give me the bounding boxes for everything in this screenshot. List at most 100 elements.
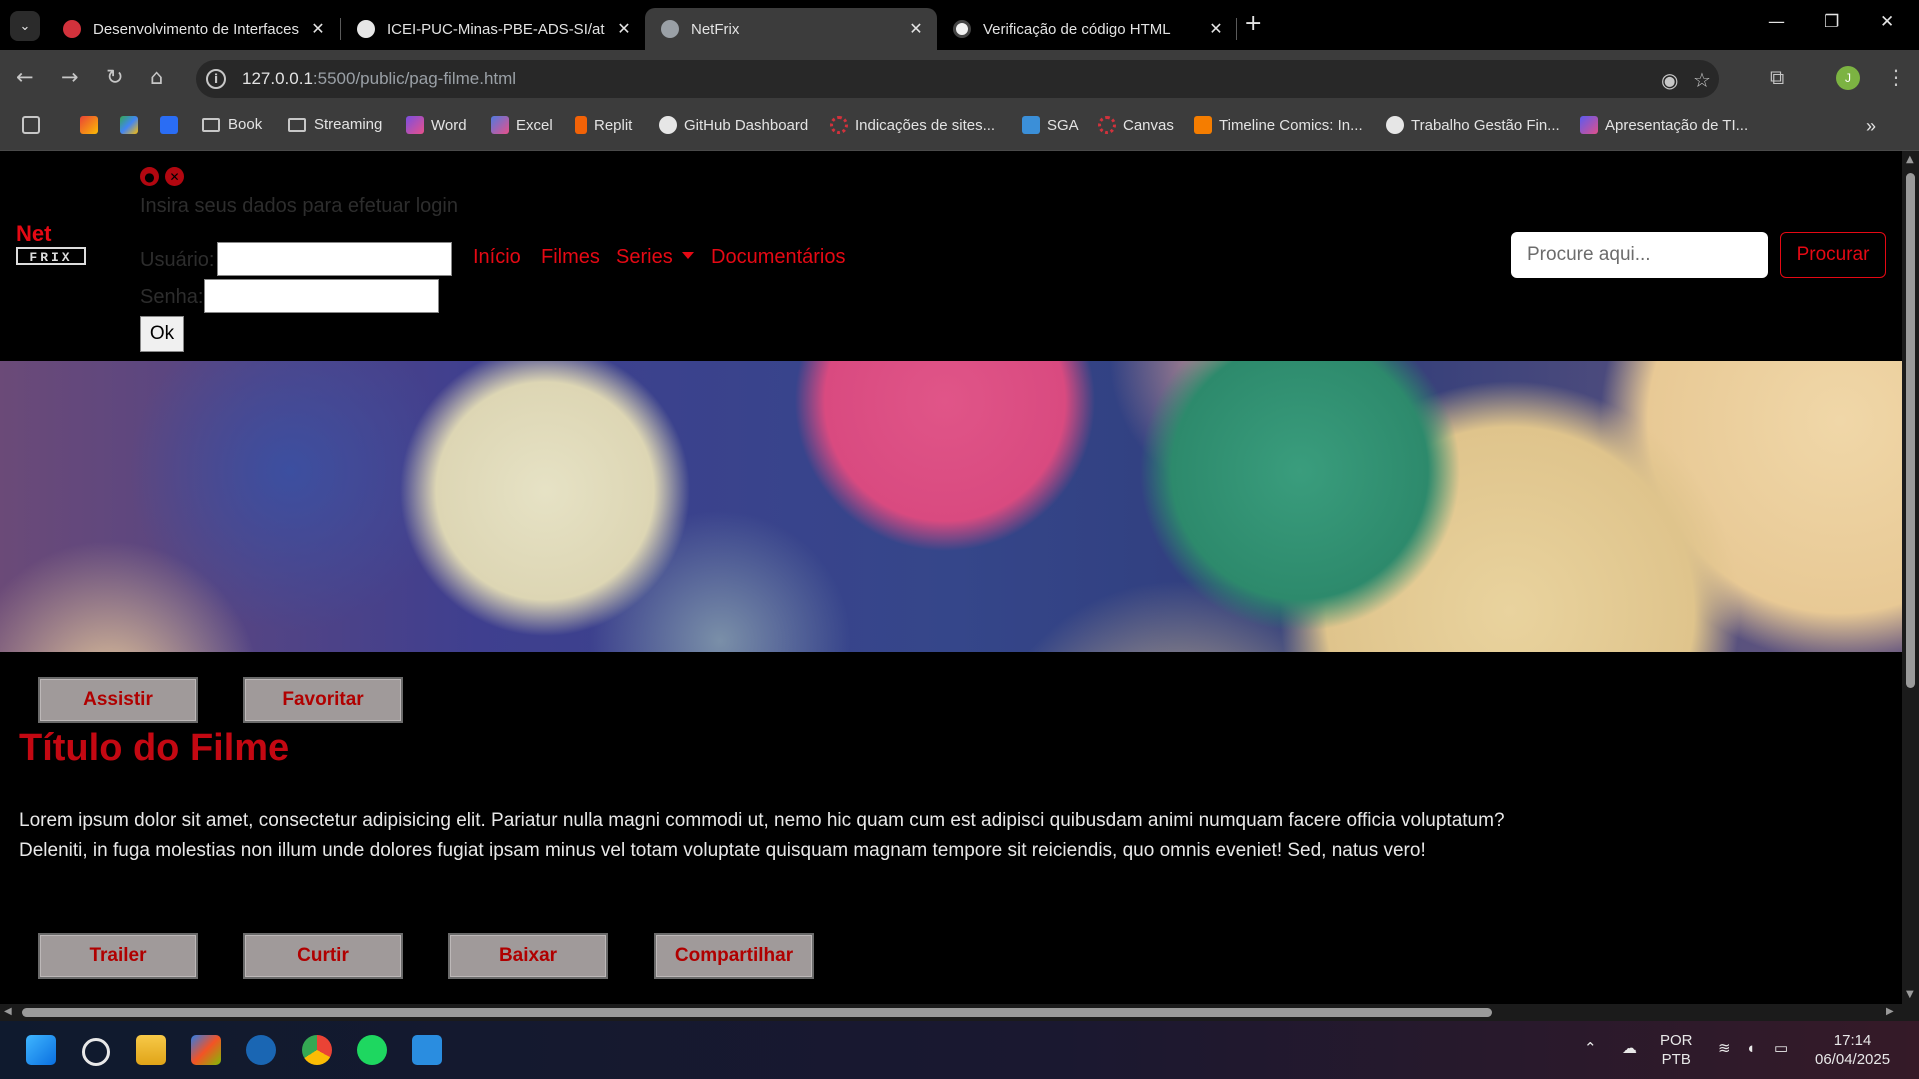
chrome-icon[interactable] [302,1035,332,1065]
minimize-icon[interactable]: — [1768,12,1785,32]
page-viewport: Net FRIX ● ✕ Insira seus dados para efet… [0,151,1902,1004]
nav-inicio[interactable]: Início [473,246,521,269]
show-hidden-icons-chevron-icon[interactable]: ⌃ [1584,1039,1597,1058]
drive-icon[interactable] [120,116,145,134]
profile-avatar[interactable]: J [1836,66,1860,90]
ok-button[interactable]: Ok [140,316,184,352]
bookmark-excel[interactable]: Excel [491,116,553,134]
tab-desenvolvimento[interactable]: Desenvolvimento de Interfaces ✕ [47,8,339,50]
folder-icon [202,117,220,132]
curtir-button[interactable]: Curtir [243,933,403,979]
tab-divider [1236,18,1237,40]
close-tab-icon[interactable]: ✕ [613,19,635,39]
close-window-icon[interactable]: ✕ [1880,12,1894,32]
home-icon[interactable]: ⌂ [150,65,163,89]
nav-series[interactable]: Series [616,246,694,269]
close-tab-icon[interactable]: ✕ [905,19,927,39]
bookmark-trabalho-gestao[interactable]: Trabalho Gestão Fin... [1386,116,1560,134]
back-arrow-icon[interactable]: ← [16,65,34,89]
menu-kebab-icon[interactable]: ⋮ [1886,65,1906,89]
apps-grid-icon[interactable] [22,116,47,134]
address-bar[interactable]: i 127.0.0.1:5500/public/pag-filme.html ◉… [196,60,1719,98]
battery-icon[interactable]: ▭ [1774,1039,1788,1058]
scroll-up-arrow-icon[interactable]: ▲ [1906,154,1914,165]
scroll-right-arrow-icon[interactable]: ▶ [1886,1006,1894,1017]
more-bookmarks-chevron-icon[interactable]: » [1866,116,1876,137]
scroll-down-arrow-icon[interactable]: ▼ [1906,989,1914,1000]
bookmark-star-icon[interactable]: ☆ [1693,68,1711,92]
scrollbar-thumb[interactable] [22,1008,1492,1017]
url-text[interactable]: 127.0.0.1:5500/public/pag-filme.html [242,69,516,89]
cloud-app-icon[interactable] [160,116,185,134]
canvas-icon [1098,116,1116,134]
forward-arrow-icon[interactable]: → [61,65,79,89]
bookmark-replit[interactable]: Replit [575,116,632,134]
trailer-button[interactable]: Trailer [38,933,198,979]
windows-start-icon[interactable] [26,1035,56,1065]
input-language[interactable]: POR PTB [1660,1031,1693,1069]
restore-icon[interactable]: ❐ [1824,12,1839,32]
bookmarks-bar: Book Streaming Word Excel Replit GitHub … [0,108,1919,151]
bookmark-apresentacao[interactable]: Apresentação de TI... [1580,116,1748,134]
close-circle-icon[interactable]: ✕ [165,167,184,186]
favoritar-button[interactable]: Favoritar [243,677,403,723]
wifi-icon[interactable]: ≋ [1718,1039,1731,1058]
horizontal-scrollbar[interactable]: ◀ ▶ [0,1004,1902,1021]
volume-icon[interactable]: ◖ [1746,1039,1755,1058]
close-tab-icon[interactable]: ✕ [307,19,329,39]
vscode-icon[interactable] [412,1035,442,1065]
bookmark-word[interactable]: Word [406,116,467,134]
extensions-puzzle-icon[interactable]: ⧉ [1770,65,1784,89]
username-input[interactable] [217,242,452,276]
password-input[interactable] [204,279,439,313]
tab-github[interactable]: ICEI-PUC-Minas-PBE-ADS-SI/at ✕ [341,8,645,50]
nav-series-label: Series [616,246,673,268]
bookmark-sga[interactable]: SGA [1022,116,1079,134]
tab-search-icon[interactable]: ⌄ [10,11,40,41]
search-button[interactable]: Procurar [1780,232,1886,278]
bookmark-book[interactable]: Book [202,116,262,133]
site-info-icon[interactable]: i [206,69,226,89]
blogger-icon [1194,116,1212,134]
tab-title: ICEI-PUC-Minas-PBE-ADS-SI/at [387,20,605,38]
github-icon [1386,116,1404,134]
eye-icon[interactable]: ◉ [1661,68,1678,92]
bookmark-canvas[interactable]: Canvas [1098,116,1174,134]
copilot-icon [406,116,424,134]
search-input[interactable]: Procure aqui... [1511,232,1768,278]
onedrive-cloud-icon[interactable]: ☁ [1622,1039,1637,1058]
file-explorer-icon[interactable] [136,1035,166,1065]
reload-icon[interactable]: ↻ [106,65,124,89]
copilot-icon [491,116,509,134]
movie-title: Título do Filme [19,727,290,769]
nav-filmes[interactable]: Filmes [541,246,600,269]
scrollbar-thumb[interactable] [1906,173,1915,688]
bookmark-timeline-comics[interactable]: Timeline Comics: In... [1194,116,1363,134]
assistir-button[interactable]: Assistir [38,677,198,723]
browser-toolbar: ← → ↻ ⌂ i 127.0.0.1:5500/public/pag-film… [0,50,1919,108]
movie-banner-image [0,361,1902,652]
microsoft-store-icon[interactable] [191,1035,221,1065]
bookmark-streaming[interactable]: Streaming [288,116,382,133]
compartilhar-button[interactable]: Compartilhar [654,933,814,979]
tab-netfrix[interactable]: NetFrix ✕ [645,8,937,50]
clock[interactable]: 17:14 06/04/2025 [1815,1031,1890,1069]
replit-icon [575,116,587,134]
new-tab-plus-icon[interactable]: + [1244,11,1262,36]
search-icon[interactable] [82,1038,110,1066]
spotify-icon[interactable] [357,1035,387,1065]
login-icons: ● ✕ [140,167,184,186]
netfrix-logo[interactable]: Net FRIX [16,223,90,283]
vertical-scrollbar[interactable]: ▲ ▼ [1902,151,1919,1004]
bookmark-indicacoes[interactable]: Indicações de sites... [830,116,995,134]
tab-title: Verificação de código HTML [983,20,1171,38]
dell-icon[interactable] [246,1035,276,1065]
nav-documentarios[interactable]: Documentários [711,246,846,269]
bookmark-github-dashboard[interactable]: GitHub Dashboard [659,116,808,134]
tab-verificacao[interactable]: Verificação de código HTML ✕ [937,8,1237,50]
sga-icon [1022,116,1040,134]
close-tab-icon[interactable]: ✕ [1205,19,1227,39]
scroll-left-arrow-icon[interactable]: ◀ [4,1006,12,1017]
gmail-icon[interactable] [80,116,105,134]
baixar-button[interactable]: Baixar [448,933,608,979]
